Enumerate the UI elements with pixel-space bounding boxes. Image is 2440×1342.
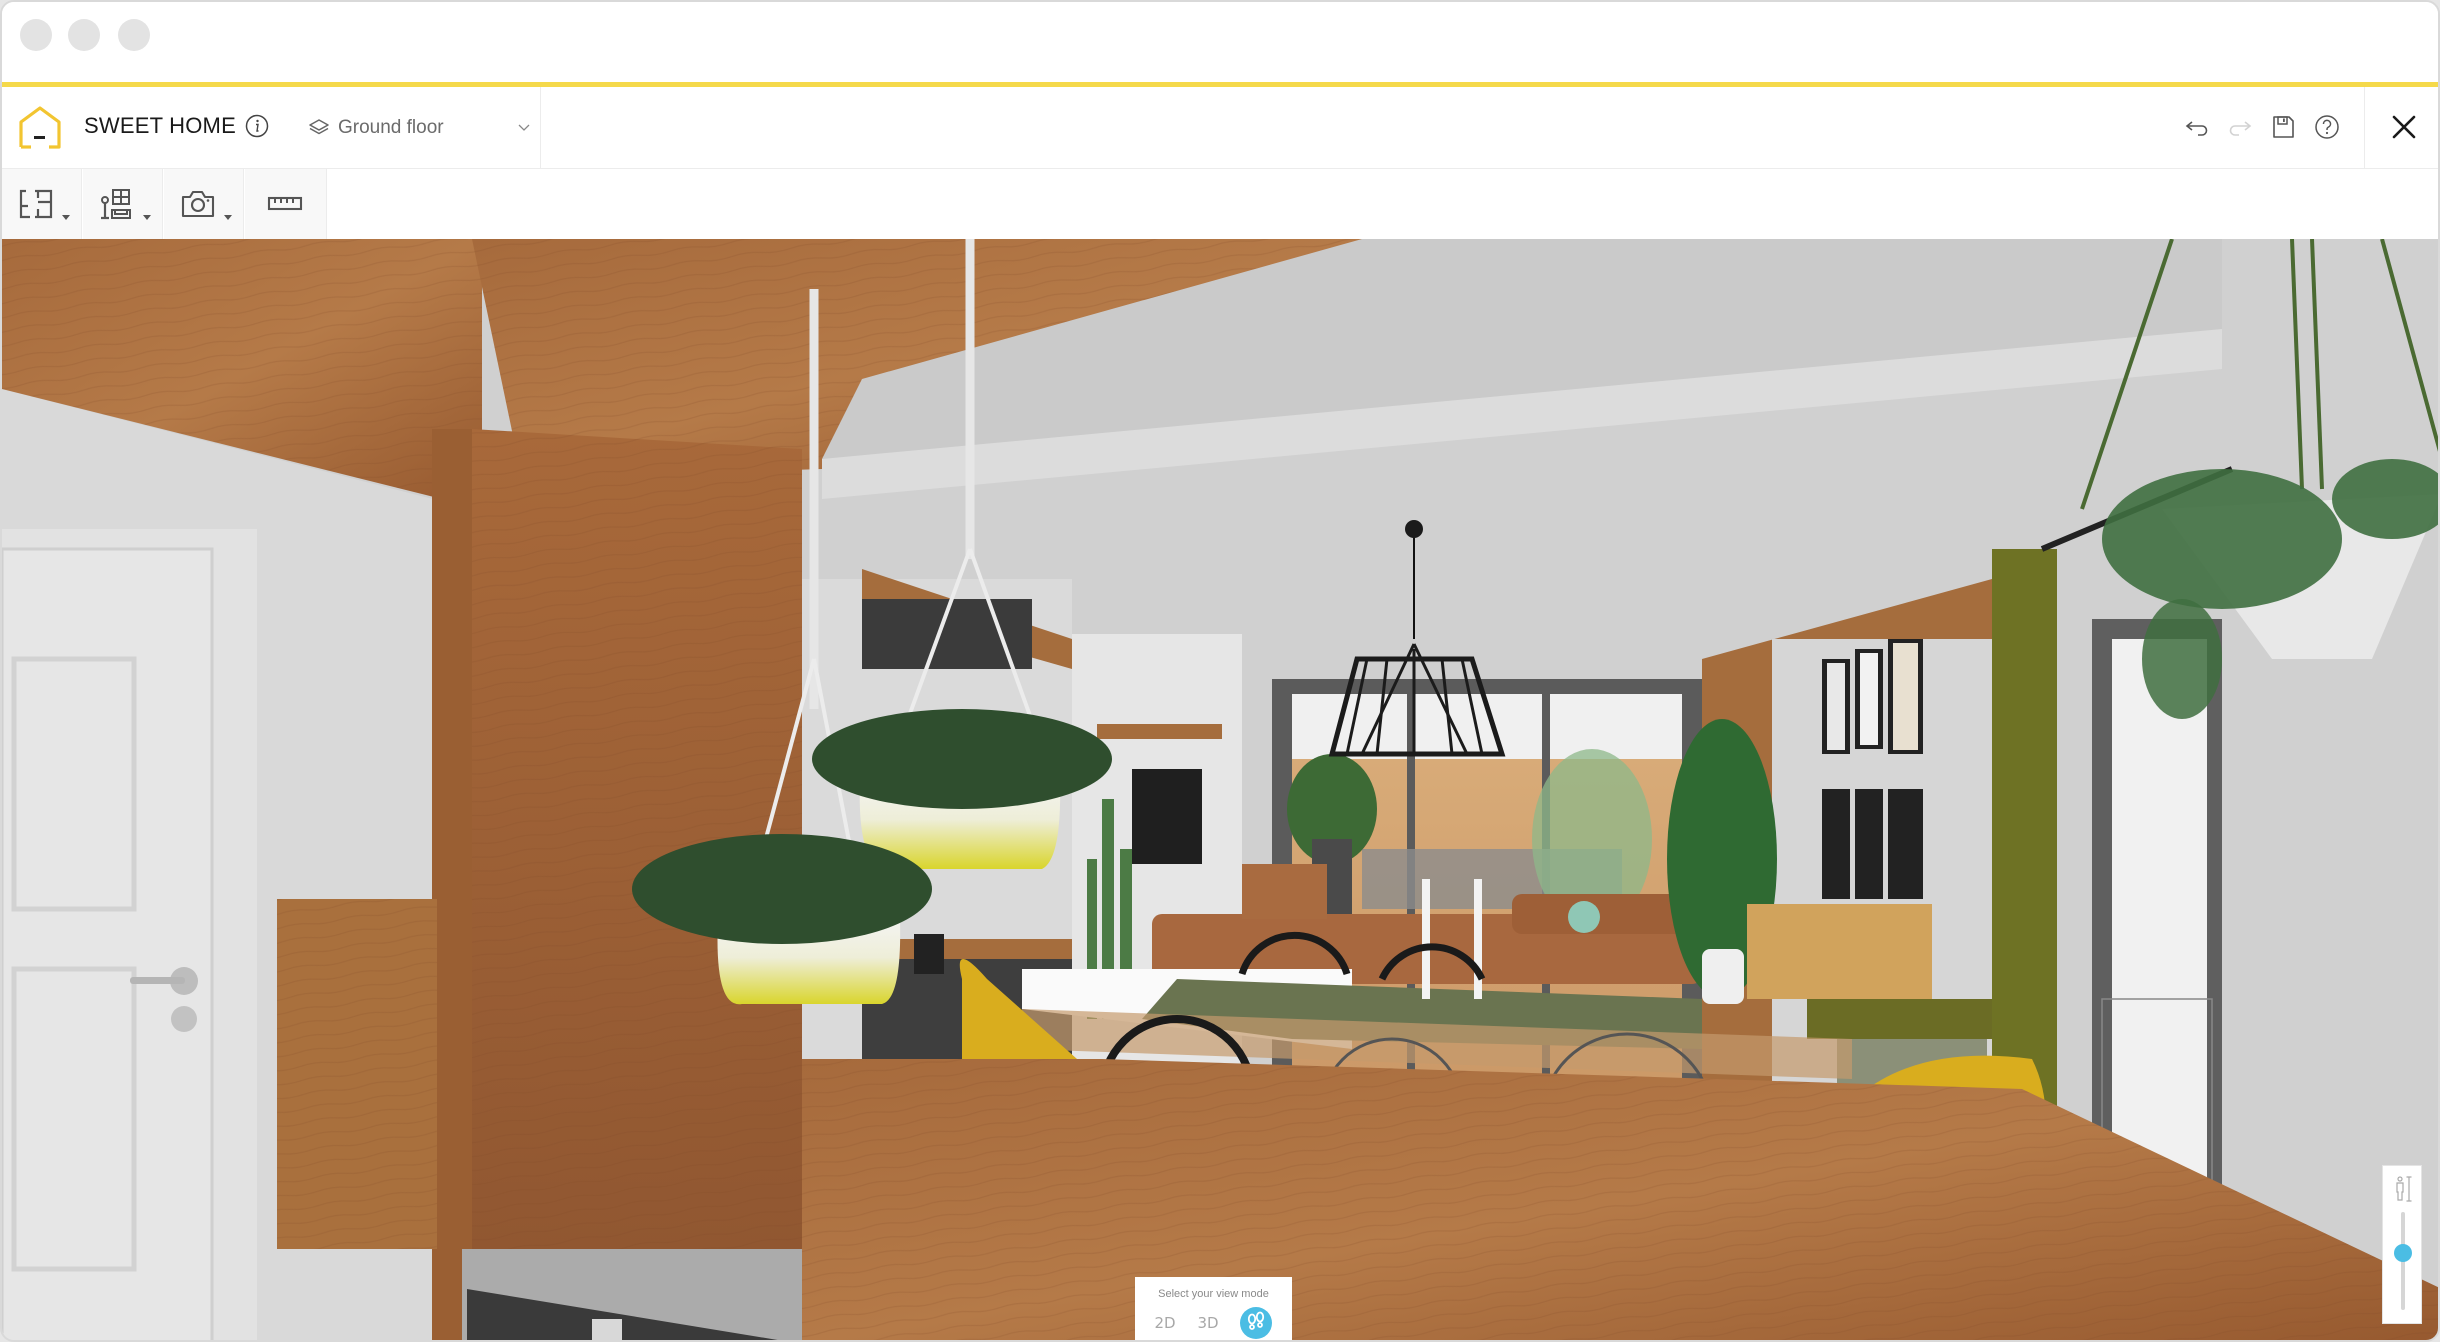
dropdown-caret-icon bbox=[62, 215, 70, 220]
measure-tool-button[interactable] bbox=[245, 169, 327, 239]
furniture-icon bbox=[101, 189, 131, 220]
planter-foliage bbox=[632, 834, 932, 944]
home-logo-icon bbox=[19, 106, 61, 149]
bench-cushion bbox=[1807, 999, 1997, 1039]
picture-frame bbox=[1888, 789, 1923, 899]
redo-icon[interactable] bbox=[2226, 113, 2254, 141]
trailing-plant bbox=[2102, 469, 2342, 609]
pillar-edge bbox=[432, 429, 472, 1340]
3d-viewport[interactable]: Select your view mode 2D 3D bbox=[2, 239, 2438, 1340]
picture-frame bbox=[1855, 789, 1883, 899]
picture-frame bbox=[1822, 789, 1850, 899]
window-minimize-button[interactable] bbox=[68, 19, 100, 51]
floor-plan-icon bbox=[19, 189, 53, 219]
close-icon[interactable] bbox=[2386, 109, 2422, 145]
toolbar bbox=[2, 169, 2438, 239]
help-icon[interactable] bbox=[2313, 113, 2341, 141]
ruler-icon bbox=[267, 196, 303, 211]
layers-icon bbox=[309, 119, 329, 135]
view-mode-2d-button[interactable]: 2D bbox=[1149, 1307, 1181, 1339]
candle bbox=[1422, 879, 1430, 999]
window-close-button[interactable] bbox=[20, 19, 52, 51]
sideboard bbox=[1747, 904, 1932, 999]
floor-selector-value: Ground floor bbox=[338, 117, 444, 138]
floating-shelf bbox=[1097, 724, 1222, 739]
furniture-tool-button[interactable] bbox=[83, 169, 163, 239]
header-divider bbox=[2364, 87, 2365, 169]
save-icon[interactable] bbox=[2269, 113, 2297, 141]
camera-tool-button[interactable] bbox=[164, 169, 244, 239]
camera-height-slider[interactable] bbox=[2382, 1165, 2422, 1324]
dropdown-caret-icon bbox=[224, 215, 232, 220]
app-header: SWEET HOME Ground floor bbox=[2, 87, 2438, 169]
app-window: SWEET HOME Ground floor Select your view… bbox=[0, 0, 2440, 1342]
door-lock bbox=[171, 1006, 197, 1032]
floor-plan-tool-button[interactable] bbox=[2, 169, 82, 239]
door bbox=[2, 547, 214, 1340]
candle bbox=[1474, 879, 1482, 999]
tv bbox=[1132, 769, 1202, 864]
window-glass bbox=[2112, 639, 2207, 1194]
planter-foliage bbox=[812, 709, 1112, 809]
header-divider bbox=[540, 87, 541, 169]
armchair bbox=[1242, 864, 1327, 919]
footsteps-icon bbox=[1247, 1311, 1265, 1330]
undo-icon[interactable] bbox=[2183, 113, 2211, 141]
enjoy-sign bbox=[914, 934, 944, 974]
app-title: SWEET HOME bbox=[84, 113, 236, 138]
person-height-icon bbox=[2396, 1176, 2412, 1202]
window-zoom-button[interactable] bbox=[118, 19, 150, 51]
dropdown-caret-icon bbox=[143, 215, 151, 220]
floor-selector[interactable]: Ground floor bbox=[304, 107, 532, 147]
chevron-down-icon bbox=[518, 124, 530, 131]
height-slider-thumb[interactable] bbox=[2394, 1244, 2412, 1263]
view-mode-3d-button[interactable]: 3D bbox=[1192, 1307, 1224, 1339]
info-icon[interactable] bbox=[245, 114, 269, 138]
camera-icon bbox=[181, 190, 215, 218]
view-mode-title: Select your view mode bbox=[1158, 1288, 1269, 1300]
cushion bbox=[1568, 901, 1600, 933]
view-mode-walk-button[interactable] bbox=[1240, 1307, 1272, 1339]
title-bar bbox=[2, 2, 2438, 82]
view-mode-selector: Select your view mode 2D 3D bbox=[1135, 1277, 1292, 1340]
3d-scene-render bbox=[2, 239, 2438, 1340]
